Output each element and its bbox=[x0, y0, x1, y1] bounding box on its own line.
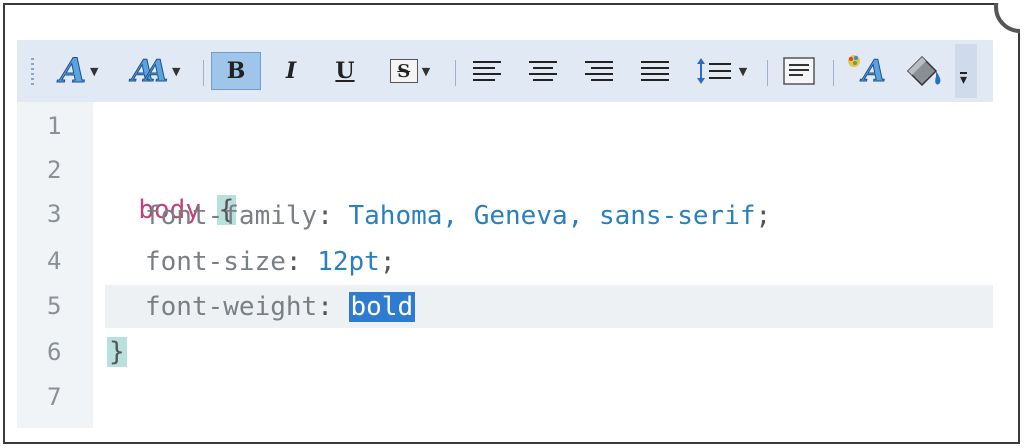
strikethrough-button[interactable]: S ▼ bbox=[379, 52, 441, 90]
colon: : bbox=[285, 247, 318, 277]
css-value: 12pt bbox=[317, 247, 380, 277]
align-right-icon bbox=[585, 57, 613, 85]
toolbar-separator bbox=[203, 60, 204, 86]
font-button[interactable]: AA ▼ bbox=[123, 52, 189, 90]
fill-color-button[interactable] bbox=[899, 52, 949, 90]
semicolon: ; bbox=[379, 247, 396, 277]
paragraph-icon bbox=[783, 57, 815, 85]
line-number: 5 bbox=[47, 292, 62, 320]
font-color-icon: A bbox=[862, 53, 886, 89]
toolbar-overflow-button[interactable] bbox=[955, 44, 977, 98]
align-center-icon bbox=[529, 57, 557, 85]
matching-brace-close: } bbox=[107, 337, 127, 367]
css-property: font-weight bbox=[145, 292, 318, 322]
align-left-icon bbox=[473, 57, 501, 85]
selected-text[interactable]: bold bbox=[348, 292, 416, 322]
justify-button[interactable] bbox=[639, 52, 671, 90]
line-number: 1 bbox=[47, 112, 62, 140]
css-property: font-family bbox=[145, 201, 318, 231]
align-center-button[interactable] bbox=[527, 52, 559, 90]
toolbar-separator bbox=[833, 60, 834, 86]
align-left-button[interactable] bbox=[471, 52, 503, 90]
paragraph-button[interactable] bbox=[779, 52, 819, 90]
line-number: 7 bbox=[47, 383, 62, 411]
italic-button[interactable]: I bbox=[271, 52, 311, 90]
fill-color-icon bbox=[906, 55, 941, 87]
bold-button[interactable]: B bbox=[211, 52, 261, 90]
code-line-3[interactable]: font-family: Tahoma, Geneva, sans-serif; bbox=[145, 196, 771, 236]
css-value: Tahoma, Geneva, sans-serif bbox=[348, 201, 756, 231]
chevron-down-icon: ▼ bbox=[172, 64, 181, 78]
colon: : bbox=[317, 292, 349, 322]
code-line-6[interactable]: } bbox=[107, 332, 127, 372]
font-color-button[interactable]: A bbox=[843, 52, 893, 90]
toolbar-separator bbox=[767, 60, 768, 86]
formatting-toolbar: A ▼ AA ▼ B I U S ▼ ▼ A bbox=[17, 40, 993, 102]
italic-icon: I bbox=[285, 58, 297, 84]
font-icon: AA bbox=[131, 53, 169, 89]
palette-icon bbox=[848, 55, 860, 67]
line-spacing-button[interactable]: ▼ bbox=[689, 52, 753, 90]
toolbar-grip[interactable] bbox=[31, 58, 34, 88]
line-spacing-icon bbox=[696, 58, 731, 84]
line-number: 6 bbox=[47, 338, 62, 366]
window-corner bbox=[990, 3, 1020, 33]
semicolon: ; bbox=[755, 201, 772, 231]
line-number: 3 bbox=[47, 200, 62, 228]
bold-icon: B bbox=[226, 58, 246, 84]
chevron-down-icon: ▼ bbox=[421, 64, 431, 78]
line-number-gutter: 1 2 3 4 5 6 7 bbox=[17, 102, 93, 428]
text-style-icon: A bbox=[59, 51, 86, 92]
chevron-down-icon: ▼ bbox=[89, 64, 99, 78]
align-right-button[interactable] bbox=[583, 52, 615, 90]
chevron-down-icon: ▼ bbox=[738, 64, 748, 78]
colon: : bbox=[317, 201, 349, 231]
css-property: font-size bbox=[145, 247, 286, 277]
text-style-button[interactable]: A ▼ bbox=[51, 51, 107, 92]
underline-button[interactable]: U bbox=[325, 52, 365, 90]
code-line-5[interactable]: font-weight: bold bbox=[145, 287, 416, 327]
toolbar-separator bbox=[455, 60, 456, 86]
strikethrough-icon: S bbox=[389, 59, 418, 83]
justify-icon bbox=[641, 57, 669, 85]
line-number: 2 bbox=[47, 156, 62, 184]
code-line-4[interactable]: font-size: 12pt; bbox=[145, 242, 395, 282]
underline-icon: U bbox=[335, 58, 355, 84]
line-number: 4 bbox=[47, 247, 62, 275]
